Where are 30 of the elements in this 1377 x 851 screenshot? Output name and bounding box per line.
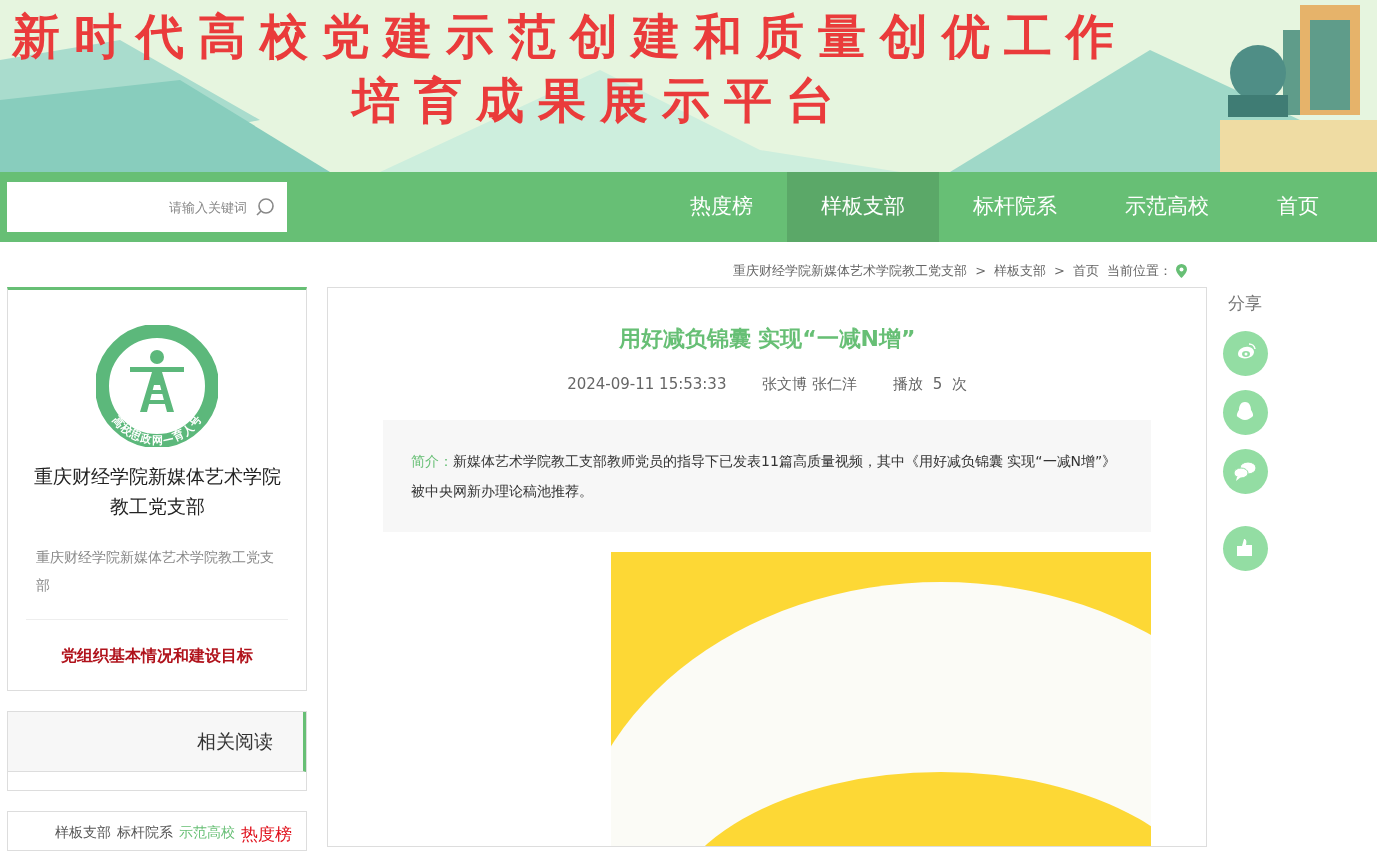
search-field[interactable]: 请输入关键词 bbox=[7, 182, 287, 232]
author-names: 张文博 张仁洋 bbox=[762, 374, 858, 395]
share-button[interactable] bbox=[1222, 448, 1268, 494]
breadcrumb-link[interactable]: 样板支部 bbox=[994, 260, 1047, 281]
play-count: 播放 5 次 bbox=[893, 374, 967, 395]
hot-bar-link[interactable]: 样板支部 bbox=[55, 822, 111, 843]
breadcrumb-separator: > bbox=[975, 261, 987, 280]
section-heading: 相关阅读 bbox=[8, 712, 306, 772]
location-pin-icon bbox=[1176, 263, 1187, 278]
search-icon bbox=[255, 197, 275, 217]
branch-description: 重庆财经学院新媒体艺术学院教工党支部 bbox=[35, 548, 275, 595]
logo: 高校思政网—育人号 bbox=[96, 325, 218, 447]
share-button[interactable] bbox=[1222, 389, 1268, 435]
share-button[interactable] bbox=[1222, 525, 1268, 571]
breadcrumb-link[interactable]: 重庆财经学院新媒体艺术学院教工党支部 bbox=[733, 260, 968, 281]
article-title: 用好减负锦囊 实现“一减N增” bbox=[617, 325, 917, 353]
hot-bar-link[interactable]: 热度榜 bbox=[241, 822, 292, 848]
nav-tab[interactable]: 样板支部 bbox=[787, 172, 939, 242]
share-label: 分享 bbox=[1228, 292, 1262, 315]
breadcrumb-separator: > bbox=[1054, 261, 1065, 280]
banner-title: 培育成果展示平台 bbox=[349, 71, 849, 130]
hot-bar-link[interactable]: 标杆院系 bbox=[117, 822, 173, 843]
branch-name: 重庆财经学院新媒体艺术学院教工党支部 bbox=[32, 464, 282, 519]
publish-date: 2024-09-11 15:53:33 bbox=[567, 374, 727, 395]
goals-link[interactable]: 党组织基本情况和建设目标 bbox=[26, 619, 288, 668]
summary-text: 简介：新媒体艺术学院教工支部教师党员的指导下已发表11篇高质量视频，其中《用好减负锦囊 实现“一减N增”》被中央网新办理论稿池推荐。 bbox=[411, 451, 1118, 501]
breadcrumb-link[interactable]: 首页 bbox=[1073, 260, 1099, 281]
banner-title: 新时代高校党建示范创建和质量创优工作 bbox=[12, 7, 1129, 66]
breadcrumb-label: 当前位置： bbox=[1107, 261, 1172, 280]
share-button[interactable] bbox=[1222, 330, 1268, 376]
